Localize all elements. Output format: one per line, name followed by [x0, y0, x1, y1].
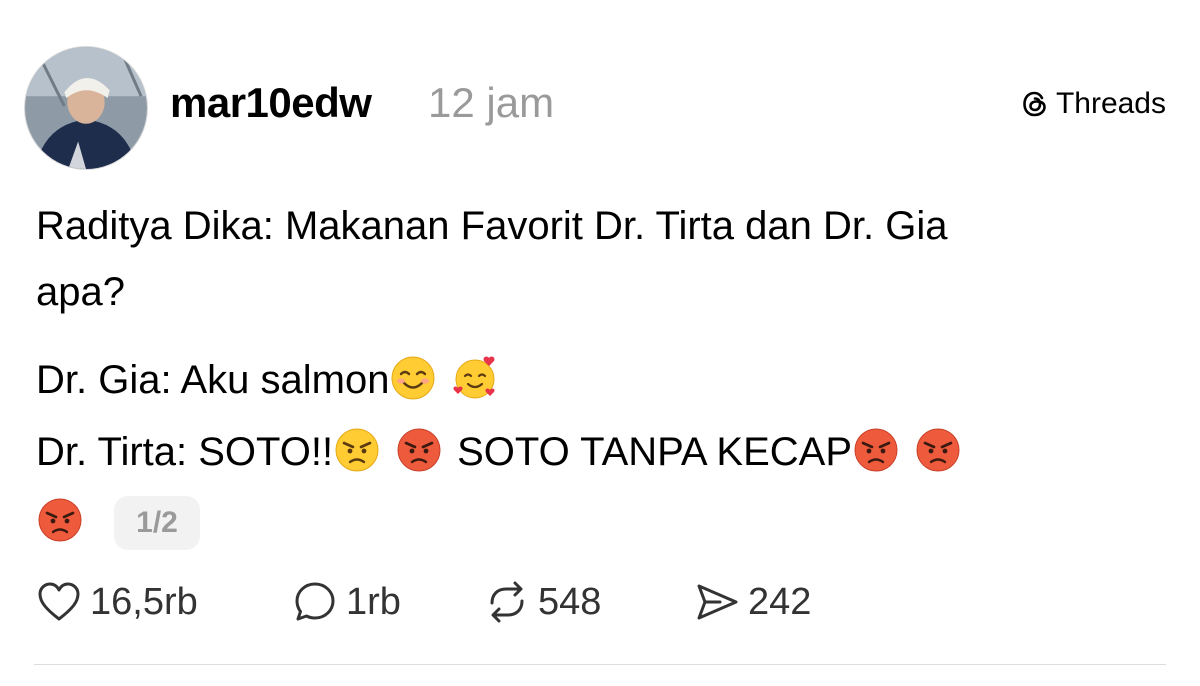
share-button[interactable]: 242 [694, 576, 811, 628]
send-icon [697, 584, 738, 620]
like-button[interactable]: 16,5rb [36, 576, 198, 628]
post-text-segment: Dr. Tirta: SOTO!! [36, 430, 334, 474]
post-text-line-gia: Dr. Gia: Aku salmon [36, 354, 499, 406]
profile-photo [25, 47, 147, 169]
threads-label: Threads [1055, 87, 1166, 120]
threads-logo-icon [1023, 91, 1046, 117]
repost-icon [490, 581, 524, 623]
post-timestamp: 12 jam [428, 79, 555, 126]
avatar[interactable] [24, 46, 148, 170]
username[interactable]: mar10edw [170, 78, 372, 128]
smiling-face-with-hearts-icon [451, 354, 499, 402]
heart-icon [38, 582, 80, 621]
pouting-face-icon [36, 496, 84, 544]
pouting-face-icon [914, 426, 962, 474]
comment-bubble-icon [295, 582, 335, 621]
share-count: 242 [748, 581, 812, 623]
post-text-line: Raditya Dika: Makanan Favorit Dr. Tirta … [36, 204, 948, 248]
pagination-indicator[interactable]: 1/2 [114, 496, 200, 550]
repost-button[interactable]: 548 [484, 576, 601, 628]
reply-button[interactable]: 1rb [292, 576, 401, 628]
post-text-segment: SOTO TANPA KECAP [457, 430, 853, 474]
pouting-face-icon [852, 426, 900, 474]
post-text-segment: Dr. Gia: Aku salmon [36, 358, 390, 402]
pouting-face-icon [395, 426, 443, 474]
like-count: 16,5rb [90, 581, 198, 623]
reply-count: 1rb [346, 581, 401, 623]
repost-count: 548 [538, 581, 602, 623]
smiling-face-with-smiling-eyes-icon [389, 354, 437, 402]
post-text-line-tirta: Dr. Tirta: SOTO!! SOTO TANPA KECAP [36, 426, 962, 478]
threads-brand[interactable]: Threads [1020, 84, 1166, 124]
angry-face-icon [333, 426, 381, 474]
post-divider [34, 664, 1166, 665]
post-text-line: apa? [36, 270, 125, 314]
post-text-line-tirta-cont [36, 496, 84, 548]
